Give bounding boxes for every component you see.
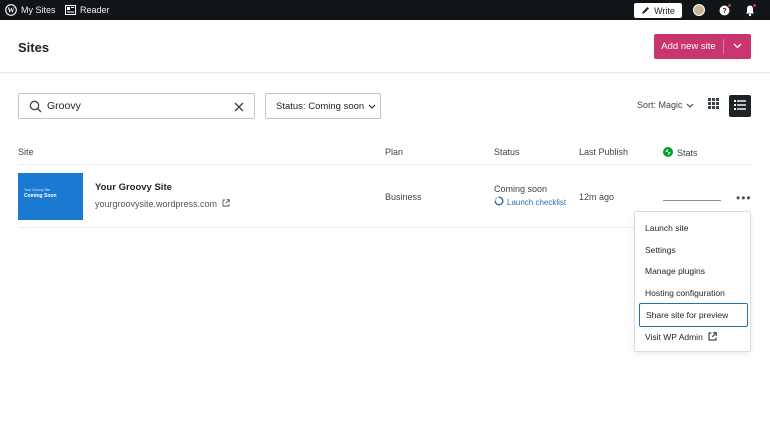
svg-text:?: ? <box>722 8 726 15</box>
site-thumbnail[interactable]: Your Groovy Site Coming Soon <box>18 173 83 220</box>
column-header-status: Status <box>494 147 520 157</box>
chevron-down-icon <box>368 101 376 112</box>
write-label: Write <box>654 5 675 16</box>
notification-badge <box>752 3 757 8</box>
menu-item-visit-wp-admin[interactable]: Visit WP Admin <box>639 326 748 348</box>
chevron-down-icon <box>733 41 742 52</box>
more-actions-icon[interactable]: ••• <box>736 191 752 205</box>
launch-checklist-label: Launch checklist <box>507 197 567 207</box>
help-button[interactable]: ? <box>718 3 732 17</box>
last-publish-value: 12m ago <box>579 192 615 202</box>
site-actions-menu: Launch site Settings Manage plugins Host… <box>634 211 751 352</box>
status-filter-label: Status: Coming soon <box>276 100 365 112</box>
chevron-down-icon <box>686 100 694 110</box>
add-new-site-button[interactable]: Add new site <box>654 34 751 59</box>
sort-label: Sort: Magic <box>637 100 683 110</box>
sort-dropdown[interactable]: Sort: Magic <box>637 100 694 110</box>
admin-bar: W My Sites Reader Write ? <box>0 0 770 20</box>
clear-search-icon[interactable] <box>233 100 245 118</box>
reader-label: Reader <box>80 5 110 15</box>
divider <box>18 164 751 165</box>
menu-item-label: Launch site <box>645 223 689 233</box>
grid-view-button[interactable] <box>703 95 723 115</box>
stats-sparkline <box>663 200 721 201</box>
jetpack-icon <box>663 147 673 159</box>
site-url-label: yourgroovysite.wordpress.com <box>95 199 218 209</box>
column-label: Last Publish <box>579 147 629 157</box>
help-badge <box>727 3 732 8</box>
menu-item-label: Hosting configuration <box>645 288 725 298</box>
thumbnail-status: Coming Soon <box>24 193 57 199</box>
status-value: Coming soon <box>494 184 548 194</box>
wordpress-logo-icon: W <box>5 4 17 16</box>
grid-icon <box>707 96 719 114</box>
add-site-dropdown-toggle[interactable] <box>724 34 751 59</box>
search-value: Groovy <box>47 100 81 112</box>
launch-checklist-link[interactable]: Launch checklist <box>494 196 566 208</box>
pencil-icon <box>641 6 650 15</box>
write-button[interactable]: Write <box>634 3 682 18</box>
column-label: Site <box>18 147 34 157</box>
page-title: Sites <box>18 40 50 55</box>
site-url-link[interactable]: yourgroovysite.wordpress.com <box>95 199 230 209</box>
menu-item-label: Manage plugins <box>645 266 706 276</box>
list-view-button[interactable] <box>729 95 751 117</box>
menu-item-share-site-for-preview[interactable]: Share site for preview <box>639 303 748 327</box>
progress-ring-icon <box>494 196 504 208</box>
reader-icon <box>65 5 76 15</box>
menu-item-manage-plugins[interactable]: Manage plugins <box>639 260 748 282</box>
menu-item-settings[interactable]: Settings <box>639 239 748 261</box>
page-header: Sites Add new site <box>0 20 770 73</box>
external-link-icon <box>222 199 230 209</box>
search-input[interactable]: Groovy <box>18 93 255 119</box>
help-icon: ? <box>718 5 732 19</box>
add-new-site-label: Add new site <box>661 41 716 52</box>
column-header-stats: Stats <box>663 147 698 159</box>
plan-value: Business <box>385 192 422 202</box>
column-label: Plan <box>385 147 404 157</box>
menu-item-label: Visit WP Admin <box>645 332 703 342</box>
column-header-site: Site <box>18 147 34 157</box>
avatar[interactable] <box>693 4 705 16</box>
site-name-link[interactable]: Your Groovy Site <box>95 182 172 193</box>
svg-text:W: W <box>8 7 15 15</box>
my-sites-label: My Sites <box>21 5 56 15</box>
column-label: Stats <box>677 148 698 158</box>
reader-link[interactable]: Reader <box>65 0 110 20</box>
my-sites-link[interactable]: W My Sites <box>5 0 56 20</box>
external-link-icon <box>708 331 717 343</box>
list-icon <box>734 97 746 115</box>
bell-icon <box>744 5 758 19</box>
menu-item-label: Share site for preview <box>646 310 729 320</box>
menu-item-launch-site[interactable]: Launch site <box>639 217 748 239</box>
column-header-last-publish: Last Publish <box>579 147 628 157</box>
thumbnail-site-name: Your Groovy Site <box>24 188 51 192</box>
menu-item-label: Settings <box>645 245 676 255</box>
menu-item-hosting-configuration[interactable]: Hosting configuration <box>639 282 748 304</box>
notifications-button[interactable] <box>744 3 758 17</box>
column-label: Status <box>494 147 520 157</box>
search-icon <box>29 100 42 118</box>
status-filter-dropdown[interactable]: Status: Coming soon <box>265 93 381 119</box>
column-header-plan: Plan <box>385 147 403 157</box>
sites-content: Groovy Status: Coming soon Sort: Magic S… <box>0 74 770 447</box>
